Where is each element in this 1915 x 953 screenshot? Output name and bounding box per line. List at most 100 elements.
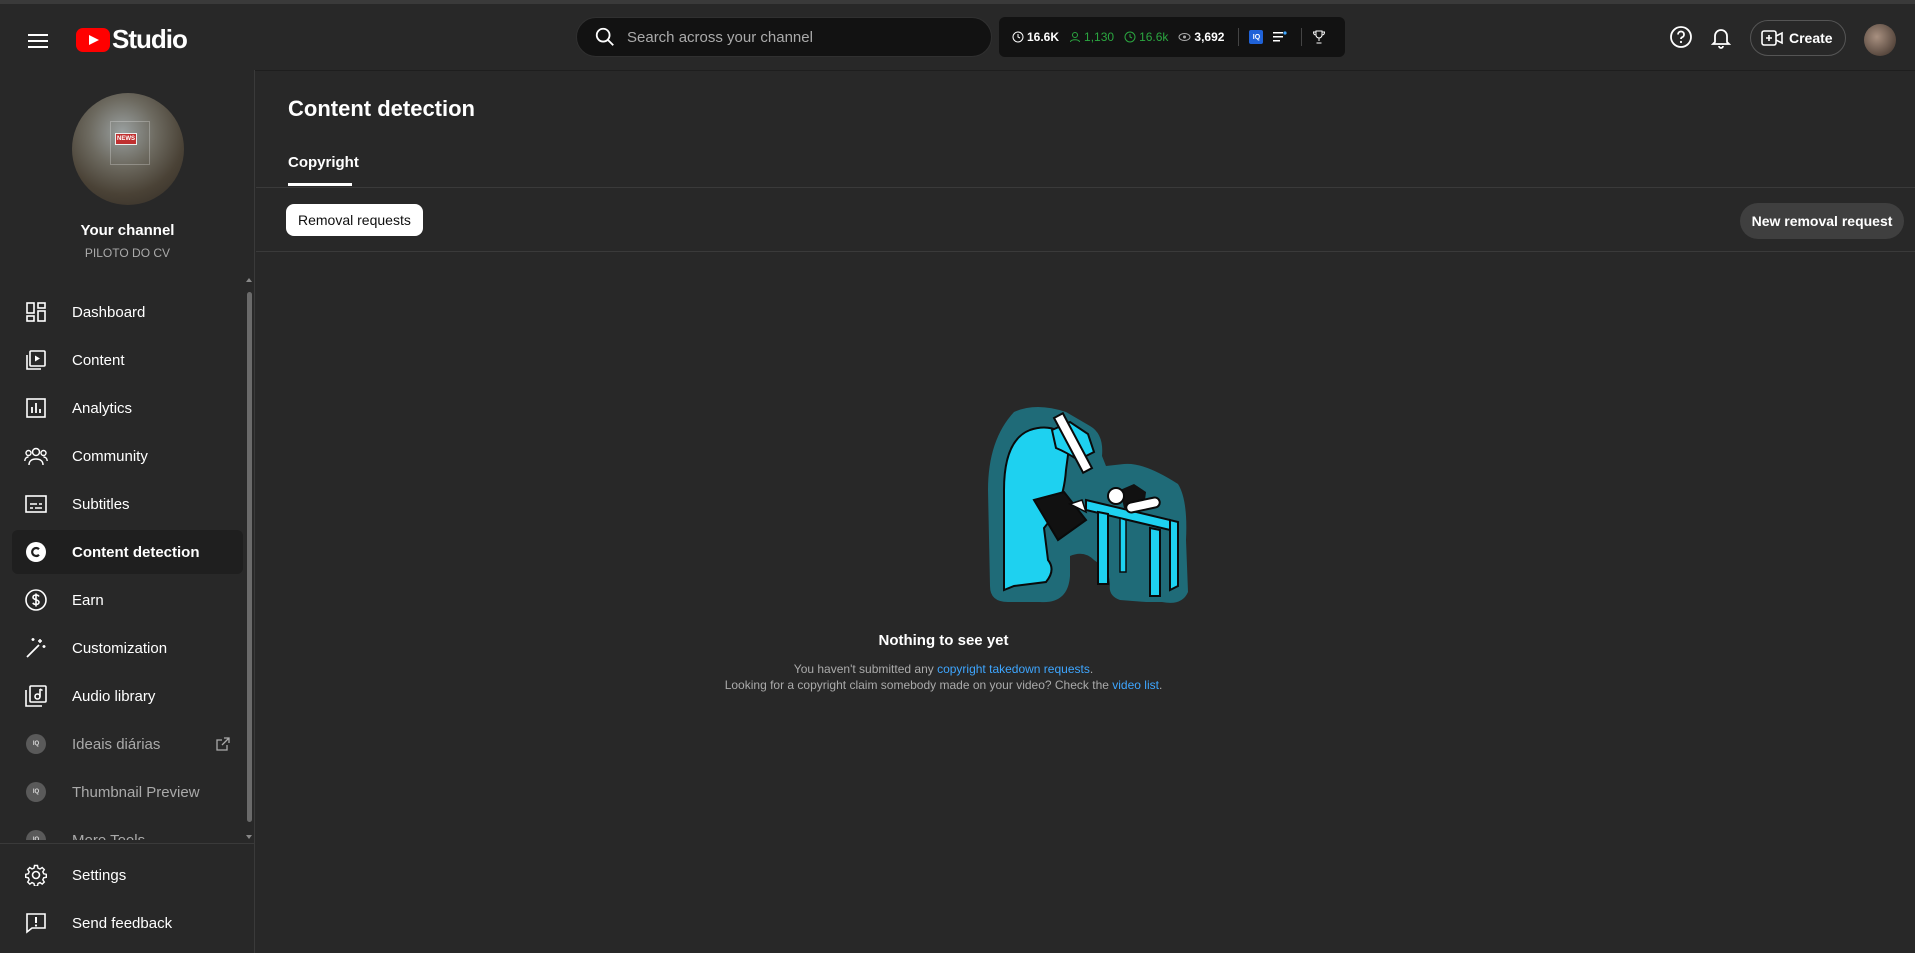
search-input[interactable] xyxy=(627,28,967,46)
sidebar-item-label: Earn xyxy=(72,591,104,609)
sidebar-item-label: Community xyxy=(72,447,148,465)
sidebar-item-settings[interactable]: Settings xyxy=(12,853,243,897)
sidebar-item-label: More Tools xyxy=(72,831,146,841)
scientist-microscope-illustration xyxy=(974,400,1204,615)
youtube-play-icon xyxy=(76,27,110,52)
sidebar-item-label: Audio library xyxy=(72,687,156,705)
magic-wand-icon xyxy=(24,636,48,660)
vidiq-icon: IQ xyxy=(26,830,46,840)
sidebar-item-analytics[interactable]: Analytics xyxy=(12,386,243,430)
avatar-news-badge: NEWS xyxy=(115,133,137,145)
sidebar-item-thumbnail-preview[interactable]: IQ Thumbnail Preview xyxy=(12,770,243,814)
empty-state-title: Nothing to see yet xyxy=(878,632,1009,649)
sidebar-item-earn[interactable]: Earn xyxy=(12,578,243,622)
channel-avatar[interactable]: NEWS xyxy=(72,93,184,205)
sidebar-item-community[interactable]: Community xyxy=(12,434,243,478)
account-avatar[interactable] xyxy=(1864,24,1896,56)
sidebar-item-label: Ideais diárias xyxy=(72,735,161,753)
stat-hours-value: 16.6K xyxy=(1027,30,1060,44)
tabs-divider xyxy=(256,187,1915,188)
external-link-icon xyxy=(216,737,230,751)
vidiq-logo-icon[interactable]: IQ xyxy=(1249,30,1264,44)
stat-watch: 16.6k xyxy=(1124,30,1168,44)
filter-divider xyxy=(256,251,1915,252)
empty-state-line-2: Looking for a copyright claim somebody m… xyxy=(256,678,1631,692)
video-add-icon xyxy=(1761,30,1783,46)
main-content: Content detection Copyright Removal requ… xyxy=(256,70,1915,953)
vidiq-icon: IQ xyxy=(26,734,46,754)
sidebar-item-more-tools[interactable]: IQ More Tools xyxy=(12,818,243,840)
sidebar-divider xyxy=(0,843,255,844)
sidebar-item-label: Subtitles xyxy=(72,495,130,513)
channel-title: Your channel xyxy=(80,222,175,239)
empty-line-2-text: Looking for a copyright claim somebody m… xyxy=(724,678,1113,692)
sidebar-item-label: Analytics xyxy=(72,399,133,417)
trophy-icon[interactable] xyxy=(1312,30,1326,44)
sidebar-item-customization[interactable]: Customization xyxy=(12,626,243,670)
stats-separator xyxy=(1238,28,1240,46)
notifications-bell-icon[interactable] xyxy=(1704,20,1738,54)
sidebar-item-audio-library[interactable]: Audio library xyxy=(12,674,243,718)
removal-requests-chip[interactable]: Removal requests xyxy=(286,204,423,236)
sidebar-item-label: Content detection xyxy=(72,543,200,561)
scroll-down-arrow[interactable] xyxy=(246,835,252,839)
dollar-icon xyxy=(24,588,48,612)
stat-views-value: 3,692 xyxy=(1194,30,1225,44)
sidebar: NEWS Your channel PILOTO DO CV Dashboard… xyxy=(0,70,255,953)
create-button[interactable]: Create xyxy=(1750,20,1846,56)
video-list-link[interactable]: video list xyxy=(1112,678,1159,692)
copyright-takedown-requests-link[interactable]: copyright takedown requests xyxy=(937,662,1090,676)
empty-line-1-text: You haven't submitted any xyxy=(793,662,938,676)
sidebar-item-subtitles[interactable]: Subtitles xyxy=(12,482,243,526)
tab-copyright[interactable]: Copyright xyxy=(288,154,359,171)
page-title: Content detection xyxy=(288,96,475,121)
checklist-icon[interactable] xyxy=(1273,31,1288,43)
scroll-up-arrow[interactable] xyxy=(246,278,252,282)
sidebar-item-ideais-diarias[interactable]: IQ Ideais diárias xyxy=(12,722,243,766)
stat-hours: 16.6K xyxy=(1012,30,1059,44)
sidebar-scrollbar[interactable] xyxy=(247,286,252,826)
stats-separator-2 xyxy=(1301,28,1303,46)
menu-icon[interactable] xyxy=(22,25,54,57)
dashboard-icon xyxy=(24,300,48,324)
sidebar-item-label: Settings xyxy=(72,866,127,884)
sidebar-item-send-feedback[interactable]: Send feedback xyxy=(12,901,243,945)
help-icon[interactable] xyxy=(1664,20,1698,54)
tab-active-indicator xyxy=(288,183,352,186)
sidebar-item-label: Thumbnail Preview xyxy=(72,783,200,801)
stat-subs-value: 1,130 xyxy=(1084,30,1115,44)
sidebar-nav: Dashboard Content Analytics Community Su… xyxy=(0,280,255,840)
sidebar-item-content[interactable]: Content xyxy=(12,338,243,382)
vidiq-icon-wrapper: IQ xyxy=(24,780,48,804)
sidebar-item-content-detection[interactable]: Content detection xyxy=(12,530,243,574)
vidiq-icon-wrapper: IQ xyxy=(24,732,48,756)
vidiq-stats-bar[interactable]: 16.6K 1,130 16.6k 3,692 IQ xyxy=(999,17,1345,57)
community-icon xyxy=(24,444,48,468)
analytics-icon xyxy=(24,396,48,420)
new-removal-request-button[interactable]: New removal request xyxy=(1740,203,1904,239)
studio-logo[interactable]: Studio xyxy=(76,24,188,55)
sidebar-item-label: Send feedback xyxy=(72,914,173,932)
stat-watch-value: 16.6k xyxy=(1139,30,1169,44)
empty-state-line-1: You haven't submitted any copyright take… xyxy=(256,662,1631,676)
stat-views: 3,692 xyxy=(1178,30,1224,44)
clock-icon xyxy=(1124,31,1136,43)
sidebar-item-label: Dashboard xyxy=(72,303,146,321)
sidebar-item-label: Customization xyxy=(72,639,168,657)
clock-icon xyxy=(1012,31,1024,43)
empty-line-2-end: . xyxy=(1158,678,1163,692)
feedback-icon xyxy=(24,911,48,935)
top-bar: Studio 16.6K 1,130 16.6k 3,692 IQ xyxy=(0,4,1915,70)
eye-icon xyxy=(1178,33,1191,41)
create-label: Create xyxy=(1789,30,1833,46)
content-icon xyxy=(24,348,48,372)
empty-line-1-end: . xyxy=(1089,662,1094,676)
audio-library-icon xyxy=(24,684,48,708)
person-icon xyxy=(1070,32,1081,43)
sidebar-item-dashboard[interactable]: Dashboard xyxy=(12,290,243,334)
search-bar[interactable] xyxy=(576,17,992,57)
scrollbar-thumb[interactable] xyxy=(247,292,252,822)
copyright-icon xyxy=(24,540,48,564)
gear-icon xyxy=(24,863,48,887)
logo-text: Studio xyxy=(112,24,188,54)
